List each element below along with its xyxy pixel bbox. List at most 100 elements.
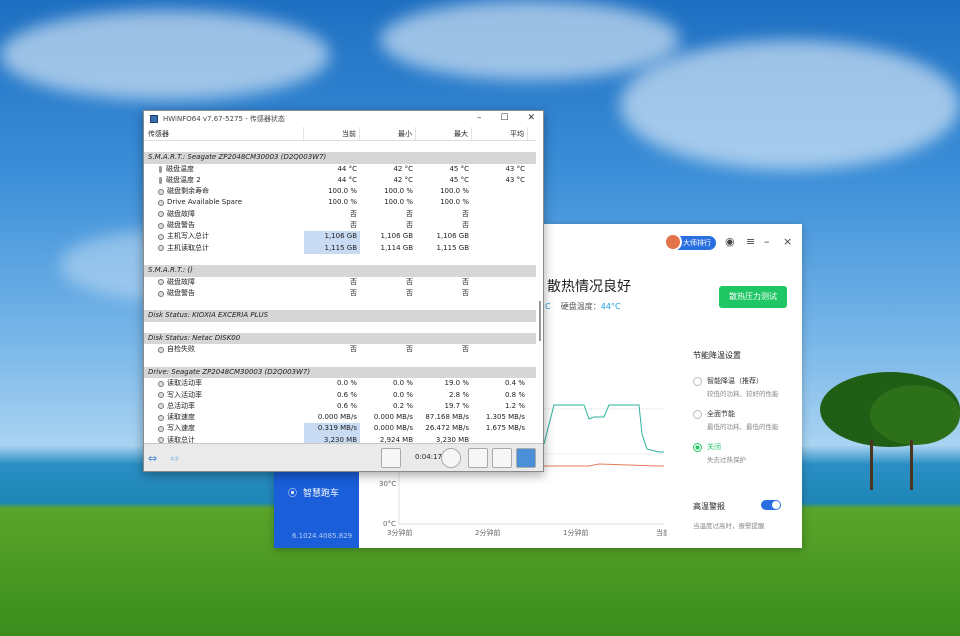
value-min: 100.0 % — [384, 198, 413, 207]
col-sensor[interactable]: 传感器 — [144, 127, 304, 140]
status-icon — [158, 188, 164, 195]
radio[interactable] — [693, 410, 702, 419]
rank-button[interactable]: 大师排行 — [664, 233, 716, 251]
sensor-label: 磁盘警告 — [167, 221, 195, 230]
status-icon — [158, 414, 164, 421]
hwinfo-titlebar[interactable]: HWiNFO64 v7.67-5275 - 传感器状态 – ☐ ✕ — [144, 111, 543, 127]
table-row[interactable]: 自检失败 否 否 否 — [144, 344, 536, 355]
table-row[interactable]: 磁盘警告 否 否 否 — [144, 220, 536, 231]
value-current: 1,106 GB — [304, 231, 360, 243]
value-current: 否 — [350, 221, 357, 230]
sensor-label: 磁盘故障 — [167, 209, 195, 218]
value-avg: 1.305 MB/s — [485, 413, 525, 422]
menu-icon[interactable]: ≡ — [746, 236, 755, 248]
table-row[interactable]: 读取活动率 0.0 % 0.0 % 19.0 % 0.4 % — [144, 378, 536, 389]
table-row[interactable]: 写入速度 0.319 MB/s 0.000 MB/s 26.472 MB/s 1.675… — [144, 423, 536, 435]
table-row[interactable]: 磁盘温度 2 44 °C 42 °C 45 °C 43 °C — [144, 175, 536, 186]
sensor-group-row[interactable]: Drive: Seagate ZP2048CM30003 (D2Q003W7) — [144, 366, 536, 379]
scrollbar[interactable] — [539, 301, 541, 341]
sensor-name: 磁盘故障 — [144, 277, 304, 288]
value-avg: 43 °C — [505, 164, 525, 173]
close-icon[interactable]: × — [783, 236, 792, 248]
value-avg — [472, 197, 528, 208]
table-row[interactable]: 磁盘故障 否 否 否 — [144, 277, 536, 288]
app-version: 6.1024.4085.829 — [292, 532, 353, 540]
table-row[interactable]: 磁盘警告 否 否 否 — [144, 288, 536, 299]
table-row[interactable]: Drive Available Spare 100.0 % 100.0 % 100.0… — [144, 197, 536, 208]
sensor-label: 写入活动率 — [167, 390, 202, 399]
nav-item-smart-race[interactable]: ⦿ 智慧跑车 — [288, 486, 339, 499]
table-row[interactable]: 主机读取总计 1,115 GB 1,114 GB 1,115 GB — [144, 242, 536, 254]
sensor-group-row[interactable]: Disk Status: KIOXIA EXCERIA PLUS — [144, 310, 536, 322]
settings-icon[interactable] — [492, 448, 512, 468]
collapse-arrows-icon[interactable]: ⇔ — [170, 452, 179, 465]
col-avg[interactable]: 平均 — [472, 127, 528, 140]
radio[interactable] — [693, 377, 702, 386]
group-label: Disk Status: Netac DISK00 — [148, 334, 241, 343]
col-current[interactable]: 当前 — [304, 127, 360, 140]
minimize-icon[interactable]: – — [764, 236, 770, 248]
table-row[interactable]: 主机写入总计 1,106 GB 1,106 GB 1,106 GB — [144, 231, 536, 243]
table-row[interactable]: 总活动率 0.6 % 0.2 % 19.7 % 1.2 % — [144, 401, 536, 412]
value-avg — [472, 220, 528, 231]
temp-series-line — [544, 463, 664, 467]
value-min: 0.0 % — [392, 379, 413, 388]
status-icon — [158, 245, 164, 252]
alarm-toggle[interactable] — [761, 500, 781, 510]
nav-label: 智慧跑车 — [303, 489, 340, 499]
sensor-label: 总活动率 — [167, 401, 195, 410]
clock-icon[interactable] — [441, 448, 461, 468]
value-min: 否 — [406, 345, 413, 354]
sensor-group-row[interactable]: Disk Status: Netac DISK00 — [144, 333, 536, 345]
x-tick: 当前 — [656, 528, 667, 537]
sensor-name: 磁盘警告 — [144, 288, 304, 299]
option-off[interactable]: 关闭 失去过热保护 — [693, 442, 746, 464]
value-avg — [472, 231, 528, 242]
value-min: 否 — [406, 288, 413, 297]
table-row[interactable]: 磁盘温度 44 °C 42 °C 45 °C 43 °C — [144, 164, 536, 175]
maximize-icon[interactable]: ☐ — [500, 113, 508, 123]
status-left: C — [545, 302, 551, 311]
table-header: 传感器 当前 最小 最大 平均 — [144, 127, 536, 141]
window-title: HWiNFO64 v7.67-5275 - 传感器状态 — [163, 115, 285, 123]
sensor-group-row[interactable]: S.M.A.R.T.: Seagate ZP2048CM30003 (D2Q00… — [144, 152, 536, 164]
network-icon[interactable] — [381, 448, 401, 468]
y-tick: 30°C — [379, 480, 396, 488]
sensor-name: 读取速度 — [144, 412, 304, 423]
value-current: 100.0 % — [328, 198, 357, 207]
table-row[interactable]: 写入活动率 0.6 % 0.0 % 2.8 % 0.8 % — [144, 390, 536, 401]
value-max: 45 °C — [449, 164, 469, 173]
option-smart-cooling[interactable]: 智能降温（推荐） 较低的功耗、较好的性能 — [693, 376, 779, 398]
table-row[interactable]: 读取速度 0.000 MB/s 0.000 MB/s 87.168 MB/s 1.305… — [144, 412, 536, 423]
option-full-saving[interactable]: 全面节能 最低的功耗、最低的性能 — [693, 409, 779, 431]
value-avg — [472, 209, 528, 220]
sensor-label: 磁盘故障 — [167, 277, 195, 286]
sensor-name: 磁盘剩余寿命 — [144, 186, 304, 197]
option-desc: 最低的功耗、最低的性能 — [707, 423, 779, 431]
report-icon[interactable] — [468, 448, 488, 468]
option-title: 智能降温（推荐） — [707, 377, 763, 385]
value-min: 42 °C — [393, 175, 413, 184]
table-row[interactable]: 磁盘剩余寿命 100.0 % 100.0 % 100.0 % — [144, 186, 536, 197]
value-current: 否 — [350, 345, 357, 354]
col-max[interactable]: 最大 — [416, 127, 472, 140]
close-icon[interactable]: ✕ — [527, 113, 535, 123]
col-min[interactable]: 最小 — [360, 127, 416, 140]
table-row[interactable]: 磁盘故障 否 否 否 — [144, 209, 536, 220]
stress-test-button[interactable]: 散热压力测试 — [719, 286, 787, 308]
elapsed-time: 0:04:17 — [415, 453, 442, 461]
value-current: 否 — [350, 209, 357, 218]
sensor-group-row[interactable]: S.M.A.R.T.: () — [144, 265, 536, 277]
status-icon — [158, 403, 164, 410]
expand-arrows-icon[interactable]: ⇔ — [148, 452, 157, 465]
hwinfo-toolbar: ⇔ ⇔ 0:04:17 — [144, 443, 543, 471]
radio-selected[interactable] — [693, 443, 702, 452]
value-min: 1,114 GB — [380, 243, 414, 252]
value-current: 100.0 % — [328, 187, 357, 196]
value-avg: 1.675 MB/s — [485, 424, 525, 433]
close-sensors-icon[interactable] — [516, 448, 536, 468]
minimize-icon[interactable]: – — [477, 113, 482, 123]
sensor-label: 读取速度 — [167, 413, 195, 422]
group-label: S.M.A.R.T.: Seagate ZP2048CM30003 (D2Q00… — [148, 153, 327, 162]
skin-icon[interactable]: ◉ — [725, 236, 735, 248]
